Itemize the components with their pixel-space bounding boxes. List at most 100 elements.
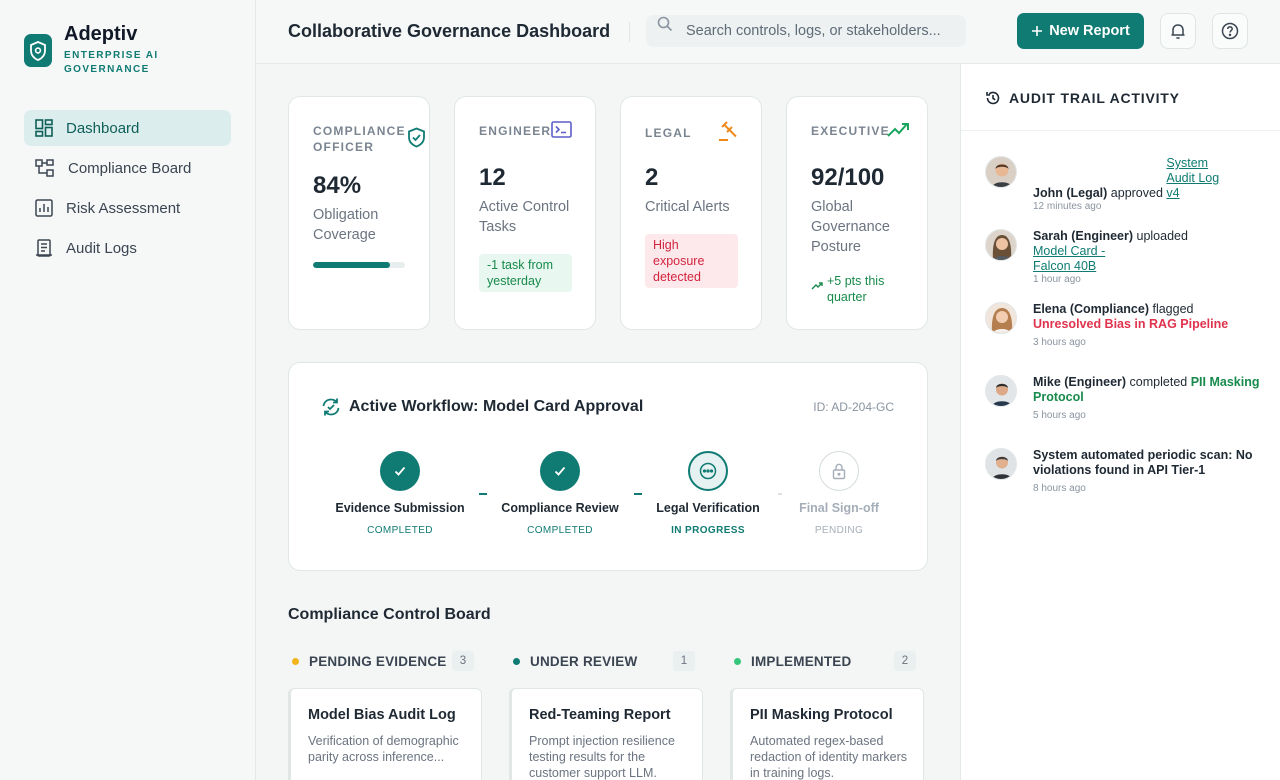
sidebar-item-label: Risk Assessment — [66, 199, 181, 217]
step-status: PENDING — [814, 525, 864, 536]
user-avatar-icon — [986, 157, 1016, 187]
kpi-description: Critical Alerts — [645, 199, 730, 215]
audit-target-link[interactable]: System Audit Log v4 — [1166, 156, 1222, 201]
audit-entry[interactable]: Mike (Engineer) completed PII Masking Pr… — [985, 375, 1265, 423]
gavel-icon — [719, 121, 737, 141]
board-column-header-implemented[interactable]: IMPLEMENTED 2 — [730, 651, 920, 671]
brand-subtitle: ENTERPRISE AI GOVERNANCE — [64, 50, 159, 75]
sidebar-item-audit-logs[interactable]: Audit Logs — [24, 230, 231, 266]
avatar — [985, 229, 1017, 261]
workflow-id: ID: AD-204-GC — [813, 400, 894, 414]
workflow-title: Active Workflow: Model Card Approval — [349, 398, 644, 415]
exposure-alert-badge: High exposure detected — [645, 234, 738, 288]
step-completed-circle — [540, 451, 580, 491]
posture-trend: +5 pts this quarter — [811, 273, 907, 305]
audit-text: John (Legal) approved System Audit Log v… — [1033, 156, 1265, 213]
kpi-card-legal[interactable]: LEGAL 2 Critical Alerts High exposure de… — [620, 96, 762, 330]
user-avatar-icon — [986, 376, 1016, 406]
audit-timestamp: 3 hours ago — [1033, 337, 1086, 348]
kpi-description: Global Governance Posture — [811, 199, 890, 255]
search-icon — [657, 16, 673, 32]
sidebar: Adeptiv ENTERPRISE AI GOVERNANCE Dashboa… — [0, 0, 256, 780]
status-dot — [734, 657, 741, 665]
trend-arrow-icon — [811, 282, 823, 290]
audit-text: Elena (Compliance) flagged Unresolved Bi… — [1033, 302, 1265, 349]
shield-logo-icon — [24, 34, 52, 67]
kpi-card-compliance-officer[interactable]: COMPLIANCE OFFICER 84% Obligation Covera… — [288, 96, 430, 330]
search-bar[interactable] — [646, 15, 966, 47]
kpi-card-engineer[interactable]: ENGINEER 12 Active Control Tasks -1 task… — [454, 96, 596, 330]
sidebar-item-risk-assessment[interactable]: Risk Assessment — [24, 190, 231, 226]
shield-check-icon — [408, 127, 425, 148]
status-dot — [292, 657, 299, 665]
avatar — [985, 375, 1017, 407]
audit-entry[interactable]: John (Legal) approved System Audit Log v… — [985, 156, 1265, 212]
dashboard-icon — [35, 119, 53, 137]
trend-text: +5 pts this quarter — [827, 274, 885, 304]
audit-trail-title: AUDIT TRAIL ACTIVITY — [1009, 90, 1180, 106]
board-column-header-pending-evidence[interactable]: PENDING EVIDENCE 3 — [288, 651, 478, 671]
audit-entry[interactable]: Sarah (Engineer) uploaded Model Card - F… — [985, 229, 1265, 285]
brand[interactable]: Adeptiv ENTERPRISE AI GOVERNANCE — [24, 22, 164, 77]
workflow-step-compliance-review[interactable]: Compliance Review COMPLETED — [480, 451, 640, 536]
step-name: Legal Verification — [656, 501, 760, 515]
step-name: Final Sign-off — [799, 501, 879, 515]
column-title: UNDER REVIEW — [530, 653, 638, 669]
audit-trail-panel: AUDIT TRAIL ACTIVITY John (Legal) approv… — [960, 64, 1280, 780]
avatar — [985, 156, 1017, 188]
step-name: Compliance Review — [501, 501, 619, 515]
user-avatar-icon — [986, 449, 1016, 479]
column-count: 1 — [673, 651, 695, 671]
audit-timestamp: 8 hours ago — [1033, 483, 1086, 494]
page-title: Collaborative Governance Dashboard — [288, 21, 611, 41]
notifications-button[interactable] — [1160, 13, 1196, 49]
kpi-description: Active Control Tasks — [479, 199, 570, 235]
help-icon — [1221, 22, 1239, 40]
audit-divider — [961, 130, 1280, 131]
card-title: Red-Teaming Report — [529, 707, 671, 723]
sidebar-item-compliance-board[interactable]: Compliance Board — [24, 150, 231, 186]
control-card-pii-masking-protocol[interactable]: PII Masking Protocol Automated regex-bas… — [730, 688, 924, 780]
check-icon — [394, 466, 406, 476]
sidebar-item-dashboard[interactable]: Dashboard — [24, 110, 231, 146]
top-header: Collaborative Governance Dashboard New R… — [256, 0, 1280, 64]
workflow-step-evidence-submission[interactable]: Evidence Submission COMPLETED — [320, 451, 480, 536]
audit-entry[interactable]: Elena (Compliance) flagged Unresolved Bi… — [985, 302, 1265, 350]
audit-target-flagged[interactable]: Unresolved Bias in RAG Pipeline — [1033, 317, 1228, 331]
control-card-model-bias-audit-log[interactable]: Model Bias Audit Log Verification of dem… — [288, 688, 482, 780]
workflow-step-final-sign-off[interactable]: Final Sign-off PENDING — [759, 451, 919, 536]
step-name: Evidence Submission — [335, 501, 465, 515]
active-workflow-card: Active Workflow: Model Card Approval ID:… — [288, 362, 928, 571]
audit-target-link[interactable]: Model Card - Falcon 40B — [1033, 244, 1143, 274]
control-card-red-teaming-report[interactable]: Red-Teaming Report Prompt injection resi… — [509, 688, 703, 780]
avatar — [985, 448, 1017, 480]
user-avatar-icon — [986, 303, 1016, 333]
step-pending-circle — [819, 451, 859, 491]
kpi-description: Obligation Coverage — [313, 207, 379, 243]
kpi-label: COMPLIANCE OFFICER — [313, 124, 406, 154]
terminal-icon — [551, 121, 572, 138]
hierarchy-icon — [35, 159, 54, 177]
column-title: PENDING EVIDENCE — [309, 653, 447, 669]
help-button[interactable] — [1212, 13, 1248, 49]
kpi-card-executive[interactable]: EXECUTIVE 92/100 Global Governance Postu… — [786, 96, 928, 330]
kpi-value: 84% — [313, 172, 362, 199]
plus-icon — [1032, 26, 1043, 36]
coverage-progress-fill — [313, 262, 391, 268]
audit-trail-header: AUDIT TRAIL ACTIVITY — [985, 90, 1180, 106]
audit-timestamp: 1 hour ago — [1033, 274, 1081, 285]
more-dots-icon — [699, 462, 717, 480]
step-status: COMPLETED — [527, 525, 593, 536]
avatar — [985, 302, 1017, 334]
board-column-header-under-review[interactable]: UNDER REVIEW 1 — [509, 651, 699, 671]
new-report-label: New Report — [1049, 23, 1130, 39]
sidebar-item-label: Audit Logs — [66, 239, 137, 257]
audit-entry[interactable]: System automated periodic scan: No viola… — [985, 448, 1265, 496]
sync-icon — [322, 398, 340, 416]
brand-name: Adeptiv — [64, 23, 138, 45]
user-avatar-icon — [986, 230, 1016, 260]
card-description: Prompt injection resilience testing resu… — [529, 734, 675, 780]
search-input[interactable] — [686, 15, 961, 47]
new-report-button[interactable]: New Report — [1017, 13, 1144, 49]
kpi-value: 2 — [645, 164, 659, 191]
